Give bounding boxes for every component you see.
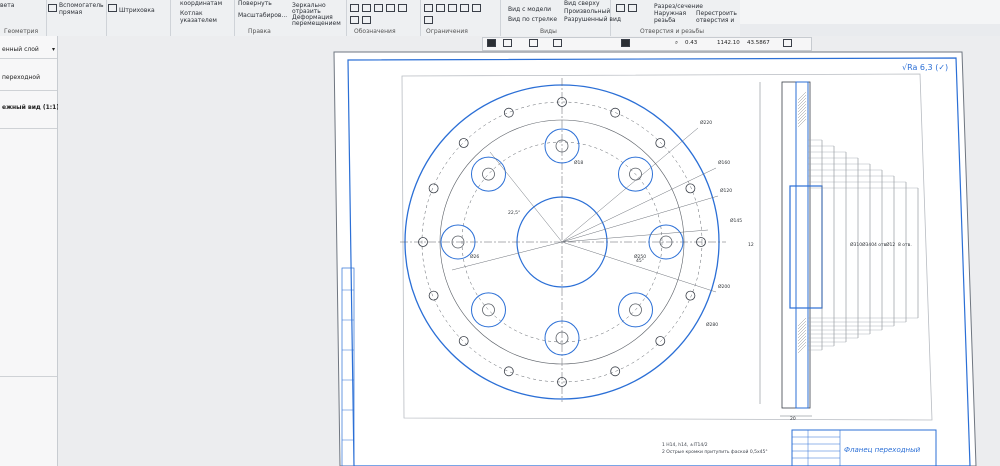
dimension-text: Ø200: [718, 283, 730, 290]
dimension-text: Ø12: [886, 241, 895, 248]
dimension-text: 20: [790, 416, 796, 422]
roughness-mark: √Ra 6,3 (✓): [902, 63, 948, 72]
dimension-text: Ø120: [720, 187, 732, 194]
dimension-text: 12: [748, 242, 754, 248]
dimension-text: 8 отв.: [898, 242, 912, 248]
drawing-canvas[interactable]: Ø220Ø160Ø120Ø145Ø200Ø250Ø280Ø310 Ø340 4 от…: [0, 0, 1000, 466]
dimension-text: Ø160: [718, 159, 730, 166]
dimension-text: Ø18: [574, 159, 583, 166]
dimension-text: 45°: [636, 258, 644, 264]
tech-note: 2 Острые кромки притупить фаской 0,5х45°: [662, 448, 768, 455]
dimension-text: 22,5°: [508, 210, 520, 216]
tech-note: 1 Н14, h14, ±IT14/2: [662, 442, 708, 448]
dimension-text: Ø280: [706, 321, 718, 328]
dimension-text: Ø26: [470, 253, 479, 260]
drawing-sheet: [333, 51, 977, 466]
dimension-text: Ø145: [730, 217, 742, 224]
title-block-name: Фланец переходный: [844, 446, 921, 454]
dimension-text: Ø340: [862, 241, 874, 248]
dimension-text: Ø310: [850, 241, 862, 248]
dimension-text: Ø220: [700, 119, 712, 126]
